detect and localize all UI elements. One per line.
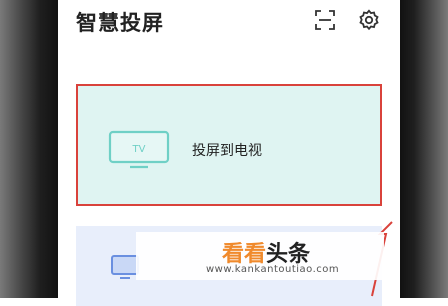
cast-to-tv-card[interactable]: TV 投屏到电视	[76, 84, 382, 206]
scan-icon[interactable]	[314, 9, 336, 31]
gear-icon[interactable]	[358, 9, 380, 31]
tv-icon-text: TV	[132, 144, 146, 155]
watermark-url: www.kankantoutiao.com	[206, 264, 340, 275]
watermark: 看看头条 www.kankantoutiao.com	[136, 232, 384, 280]
cast-to-tv-label: 投屏到电视	[192, 143, 262, 159]
phone-bezel-left	[0, 0, 58, 298]
page-title: 智慧投屏	[76, 11, 164, 35]
tv-icon: TV	[108, 130, 170, 170]
phone-bezel-right	[400, 0, 448, 298]
